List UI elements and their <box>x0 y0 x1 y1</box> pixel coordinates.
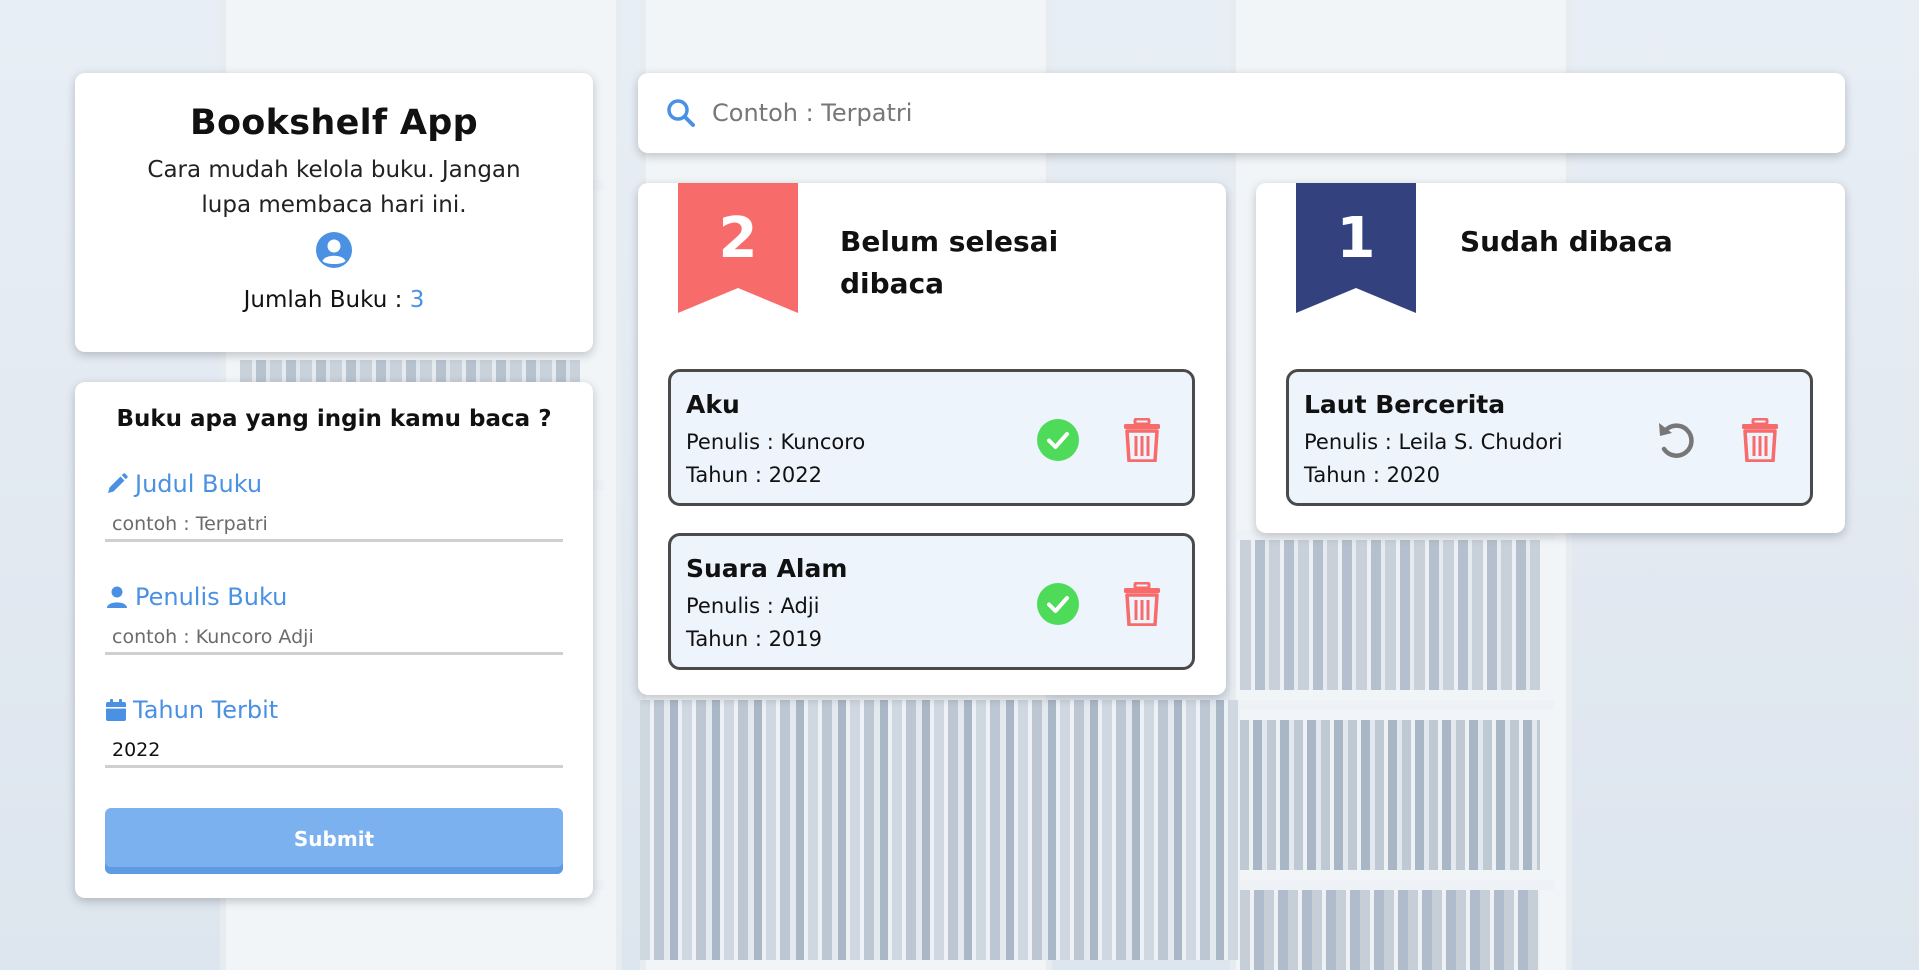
finished-shelf-title: Sudah dibaca <box>1460 225 1673 258</box>
unfinished-count: 2 <box>718 205 758 271</box>
book-year: Tahun : 2019 <box>686 627 823 651</box>
calendar-icon <box>106 699 126 721</box>
year-input[interactable] <box>105 734 563 768</box>
author-field-label-text: Penulis Buku <box>135 583 288 611</box>
book-card: Laut Bercerita Penulis : Leila S. Chudor… <box>1286 369 1813 506</box>
book-count-value: 3 <box>409 287 425 313</box>
mark-finished-button[interactable] <box>1036 418 1080 462</box>
book-year: Tahun : 2020 <box>1304 463 1441 487</box>
pencil-icon <box>108 473 128 493</box>
book-author: Penulis : Adji <box>686 594 820 618</box>
unfinished-shelf: 2 Belum selesai dibaca Aku Penulis : Kun… <box>638 183 1226 695</box>
app-title: Bookshelf App <box>189 103 479 143</box>
book-title: Laut Bercerita <box>1304 390 1506 419</box>
year-field-label: Tahun Terbit <box>105 696 563 724</box>
book-author: Penulis : Kuncoro <box>686 430 866 454</box>
trash-icon <box>1124 582 1160 626</box>
book-year: Tahun : 2022 <box>686 463 823 487</box>
trash-icon <box>1124 418 1160 462</box>
title-field: Judul Buku <box>105 470 563 542</box>
unfinished-shelf-title: Belum selesai dibaca <box>840 225 1059 300</box>
author-input[interactable] <box>105 621 563 655</box>
book-card: Aku Penulis : Kuncoro Tahun : 2022 <box>668 369 1195 506</box>
mark-finished-button[interactable] <box>1036 582 1080 626</box>
undo-icon <box>1659 423 1694 458</box>
year-field: Tahun Terbit <box>105 696 563 768</box>
search-bar <box>638 73 1845 153</box>
delete-book-button[interactable] <box>1738 418 1782 462</box>
check-circle-icon <box>1037 419 1079 461</box>
search-icon <box>667 99 695 127</box>
app-subtitle: Cara mudah kelola buku. Jangan lupa memb… <box>147 157 521 218</box>
form-heading: Buku apa yang ingin kamu baca ? <box>116 406 552 432</box>
delete-book-button[interactable] <box>1120 582 1164 626</box>
book-title: Aku <box>686 390 740 419</box>
author-field: Penulis Buku <box>105 583 563 655</box>
book-title: Suara Alam <box>686 554 848 583</box>
year-field-label-text: Tahun Terbit <box>133 696 279 724</box>
submit-button[interactable]: Submit <box>105 808 563 874</box>
book-author: Penulis : Leila S. Chudori <box>1304 430 1563 454</box>
title-input[interactable] <box>105 508 563 542</box>
add-book-form: Buku apa yang ingin kamu baca ? Judul Bu… <box>75 382 593 898</box>
delete-book-button[interactable] <box>1120 418 1164 462</box>
search-input[interactable] <box>710 98 1814 128</box>
undo-button[interactable] <box>1654 418 1698 462</box>
finished-count: 1 <box>1336 205 1376 271</box>
trash-icon <box>1742 418 1778 462</box>
header-card: Bookshelf App Cara mudah kelola buku. Ja… <box>75 73 593 352</box>
title-field-label: Judul Buku <box>105 470 563 498</box>
title-field-label-text: Judul Buku <box>135 470 263 498</box>
author-field-label: Penulis Buku <box>105 583 563 611</box>
user-circle-icon <box>316 232 352 268</box>
finished-shelf: 1 Sudah dibaca Laut Bercerita Penulis : … <box>1256 183 1845 533</box>
book-count-label: Jumlah Buku : <box>243 287 403 313</box>
check-circle-icon <box>1037 583 1079 625</box>
user-icon <box>107 586 127 608</box>
book-count: Jumlah Buku : 3 <box>75 287 593 313</box>
book-card: Suara Alam Penulis : Adji Tahun : 2019 <box>668 533 1195 670</box>
